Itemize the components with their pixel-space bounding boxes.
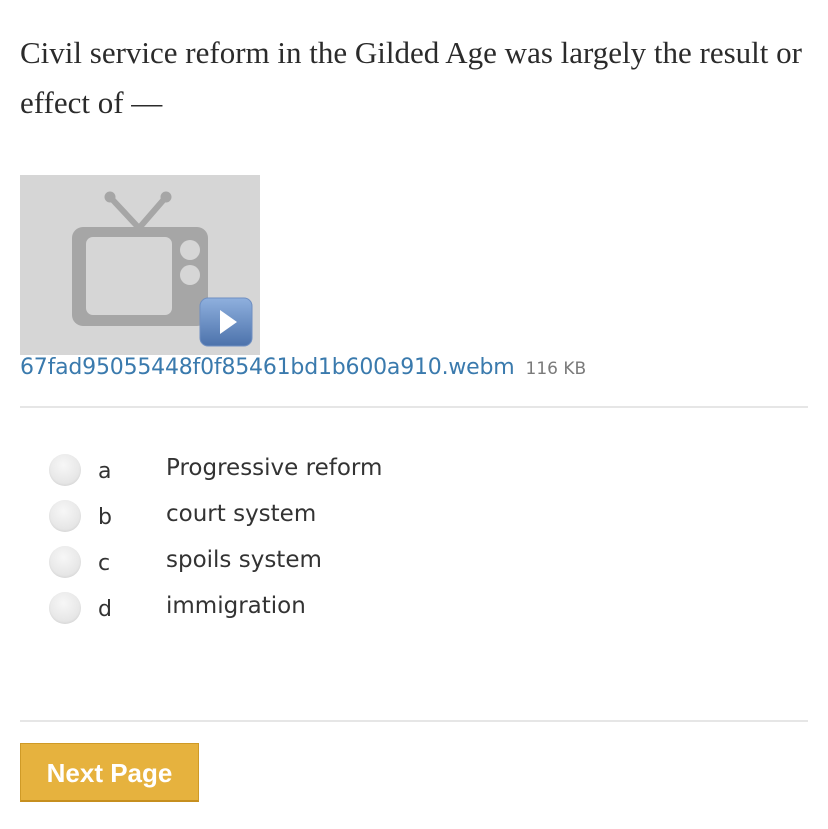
radio-button[interactable] <box>49 592 81 624</box>
choice-text: court system <box>166 501 317 527</box>
play-icon[interactable] <box>199 297 253 347</box>
question-text: Civil service reform in the Gilded Age w… <box>20 35 802 120</box>
divider <box>20 720 808 722</box>
attachment-link[interactable]: 67fad95055448f0f85461bd1b600a910.webm <box>20 355 515 380</box>
choice-text: spoils system <box>166 547 322 573</box>
choice-text: Progressive reform <box>166 455 383 481</box>
attachment-size: 116 KB <box>525 359 587 379</box>
choice-letter: b <box>98 505 112 530</box>
attachment-row: 67fad95055448f0f85461bd1b600a910.webm 11… <box>20 355 586 387</box>
video-thumbnail[interactable] <box>20 175 260 355</box>
answer-choices: a Progressive reform b court system c sp… <box>0 447 828 631</box>
radio-button[interactable] <box>49 454 81 486</box>
choice-d[interactable]: d immigration <box>0 585 828 631</box>
choice-c[interactable]: c spoils system <box>0 539 828 585</box>
choice-text: immigration <box>166 593 306 619</box>
choice-b[interactable]: b court system <box>0 493 828 539</box>
choice-letter: d <box>98 597 112 622</box>
choice-a[interactable]: a Progressive reform <box>0 447 828 493</box>
divider <box>20 406 808 408</box>
choice-letter: c <box>98 551 111 576</box>
next-page-button[interactable]: Next Page <box>20 743 199 802</box>
radio-button[interactable] <box>49 546 81 578</box>
radio-button[interactable] <box>49 500 81 532</box>
choice-letter: a <box>98 459 112 484</box>
